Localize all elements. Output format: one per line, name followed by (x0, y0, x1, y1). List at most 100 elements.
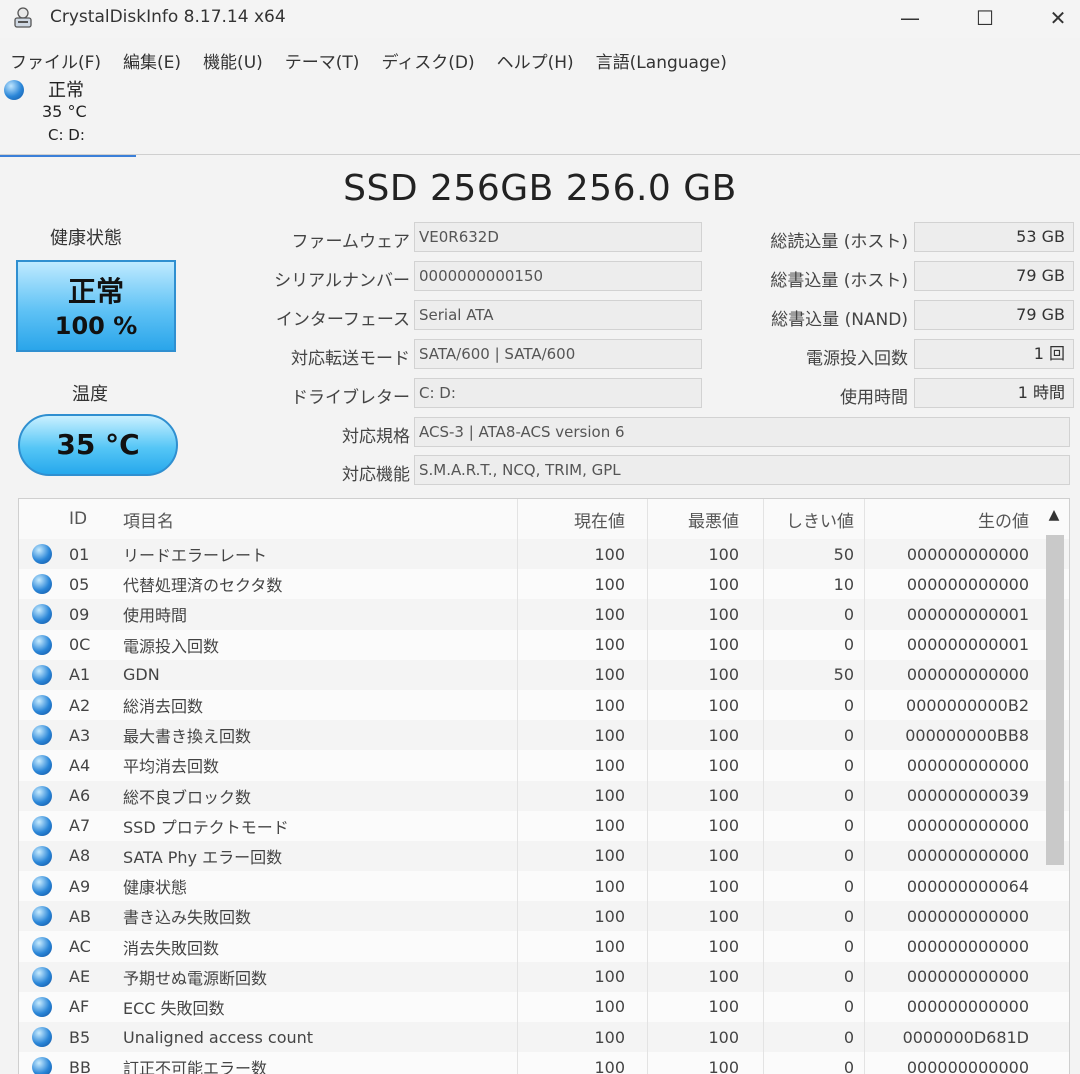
table-row[interactable]: A2 総消去回数 100 100 0 0000000000B2 (19, 689, 1069, 721)
status-good-icon (32, 876, 52, 897)
vertical-scrollbar[interactable]: ▲ (1043, 503, 1065, 1073)
worst-value: 100 (708, 574, 739, 594)
health-status-button[interactable]: 正常 100 % (16, 260, 176, 352)
attribute-name: 電源投入回数 (123, 636, 220, 656)
current-value: 100 (594, 635, 625, 655)
table-row[interactable]: 09 使用時間 100 100 0 000000000001 (19, 599, 1069, 630)
menu-help[interactable]: ヘルプ(H) (487, 48, 586, 73)
menu-theme[interactable]: テーマ(T) (275, 48, 372, 73)
worst-value: 100 (708, 635, 739, 655)
temperature-button[interactable]: 35 °C (18, 414, 178, 476)
nand-writes-value: 79 GB (914, 300, 1074, 330)
threshold-value: 10 (833, 574, 854, 594)
raw-value: 000000000000 (906, 937, 1029, 957)
status-dot-cell (29, 569, 55, 599)
menu-bar: ファイル(F) 編集(E) 機能(U) テーマ(T) ディスク(D) ヘルプ(H… (0, 44, 1080, 76)
worst-value: 100 (708, 786, 739, 806)
raw-value: 000000000000 (906, 665, 1029, 685)
table-row[interactable]: A9 健康状態 100 100 0 000000000064 (19, 871, 1069, 902)
header-id[interactable]: ID (69, 499, 109, 539)
threshold-value: 0 (843, 846, 854, 866)
menu-function[interactable]: 機能(U) (193, 48, 275, 73)
crystaldiskinfo-window: CrystalDiskInfo 8.17.14 x64 — ☐ ✕ ファイル(F… (0, 0, 1080, 1074)
table-row[interactable]: A8 SATA Phy エラー回数 100 100 0 000000000000 (19, 840, 1069, 872)
current-value: 100 (594, 846, 625, 866)
status-good-icon (32, 785, 52, 806)
scroll-up-icon[interactable]: ▲ (1043, 507, 1065, 529)
worst-value: 100 (708, 544, 739, 564)
smart-table[interactable]: ID 項目名 現在値 最悪値 しきい値 生の値 01 リードエラーレート 100 10… (18, 498, 1070, 1074)
threshold-value: 50 (833, 665, 854, 685)
raw-value: 000000000000 (906, 967, 1029, 987)
interface-value: Serial ATA (414, 300, 702, 330)
firmware-label: ファームウェア (291, 232, 411, 252)
raw-value: 000000000000 (906, 997, 1029, 1017)
status-good-icon (32, 544, 52, 565)
header-threshold[interactable]: しきい値 (754, 499, 854, 539)
status-dot-cell (29, 781, 55, 811)
table-row[interactable]: AB 書き込み失敗回数 100 100 0 000000000000 (19, 901, 1069, 932)
scroll-thumb[interactable] (1046, 535, 1064, 865)
table-row[interactable]: 01 リードエラーレート 100 100 50 000000000000 (19, 539, 1069, 570)
table-row[interactable]: AF ECC 失敗回数 100 100 0 000000000000 (19, 991, 1069, 1022)
header-name[interactable]: 項目名 (123, 499, 503, 539)
raw-value: 0000000D681D (902, 1027, 1029, 1047)
disk-tab[interactable]: 正常 35 °C C: D: (0, 76, 136, 157)
table-row[interactable]: 05 代替処理済のセクタ数 100 100 10 000000000000 (19, 569, 1069, 600)
current-value: 100 (594, 574, 625, 594)
smart-table-body: 01 リードエラーレート 100 100 50 000000000000 05 代替処理済のセ… (19, 539, 1069, 1074)
menu-language[interactable]: 言語(Language) (586, 48, 739, 73)
features-value: S.M.A.R.T., NCQ, TRIM, GPL (414, 455, 1070, 485)
maximize-button[interactable]: ☐ (955, 0, 1015, 36)
table-row[interactable]: A3 最大書き換え回数 100 100 0 000000000BB8 (19, 720, 1069, 751)
status-good-icon (32, 845, 52, 866)
status-good-icon (32, 815, 52, 836)
close-button[interactable]: ✕ (1028, 0, 1080, 36)
menu-disk[interactable]: ディスク(D) (371, 48, 486, 73)
header-raw[interactable]: 生の値 (867, 499, 1029, 539)
table-row[interactable]: AC 消去失敗回数 100 100 0 000000000000 (19, 931, 1069, 962)
attribute-id: AB (69, 906, 91, 926)
window-title: CrystalDiskInfo 8.17.14 x64 (50, 7, 286, 27)
table-row[interactable]: B5 Unaligned access count 100 100 0 0000000D6… (19, 1022, 1069, 1053)
threshold-value: 0 (843, 786, 854, 806)
raw-value: 000000000001 (906, 635, 1029, 655)
table-row[interactable]: A6 総不良ブロック数 100 100 0 000000000039 (19, 780, 1069, 811)
worst-value: 100 (708, 1057, 739, 1074)
worst-value: 100 (708, 1027, 739, 1047)
header-worst[interactable]: 最悪値 (639, 499, 739, 539)
current-value: 100 (594, 967, 625, 987)
table-row[interactable]: BB 訂正不可能エラー数 100 100 0 000000000000 (19, 1052, 1069, 1074)
table-row[interactable]: A7 SSD プロテクトモード 100 100 0 000000000000 (19, 810, 1069, 841)
menu-file[interactable]: ファイル(F) (0, 48, 113, 73)
attribute-name: 総消去回数 (123, 697, 204, 717)
attribute-id: A7 (69, 816, 91, 836)
status-dot-cell (29, 750, 55, 780)
raw-value: 000000000000 (906, 544, 1029, 564)
current-value: 100 (594, 906, 625, 926)
tab-divider (0, 154, 1080, 155)
status-good-icon (32, 725, 52, 746)
status-good-icon (32, 996, 52, 1017)
table-row[interactable]: A4 平均消去回数 100 100 0 000000000000 (19, 750, 1069, 781)
column-divider (517, 499, 518, 1074)
attribute-id: A2 (69, 695, 91, 715)
table-row[interactable]: 0C 電源投入回数 100 100 0 000000000001 (19, 629, 1069, 660)
menu-edit[interactable]: 編集(E) (113, 48, 193, 73)
current-value: 100 (594, 725, 625, 745)
minimize-button[interactable]: — (880, 0, 940, 36)
table-row[interactable]: A1 GDN 100 100 50 000000000000 (19, 659, 1069, 690)
standard-value: ACS-3 | ATA8-ACS version 6 (414, 417, 1070, 447)
attribute-id: A6 (69, 786, 91, 806)
worst-value: 100 (708, 937, 739, 957)
crystaldiskinfo-icon (14, 7, 32, 28)
current-value: 100 (594, 816, 625, 836)
status-good-icon (32, 755, 52, 776)
header-current[interactable]: 現在値 (529, 499, 625, 539)
status-dot-cell (29, 539, 55, 569)
status-dot-cell (29, 630, 55, 660)
status-dot-cell (29, 841, 55, 871)
threshold-value: 0 (843, 816, 854, 836)
column-divider (864, 499, 865, 1074)
table-row[interactable]: AE 予期せぬ電源断回数 100 100 0 000000000000 (19, 961, 1069, 992)
